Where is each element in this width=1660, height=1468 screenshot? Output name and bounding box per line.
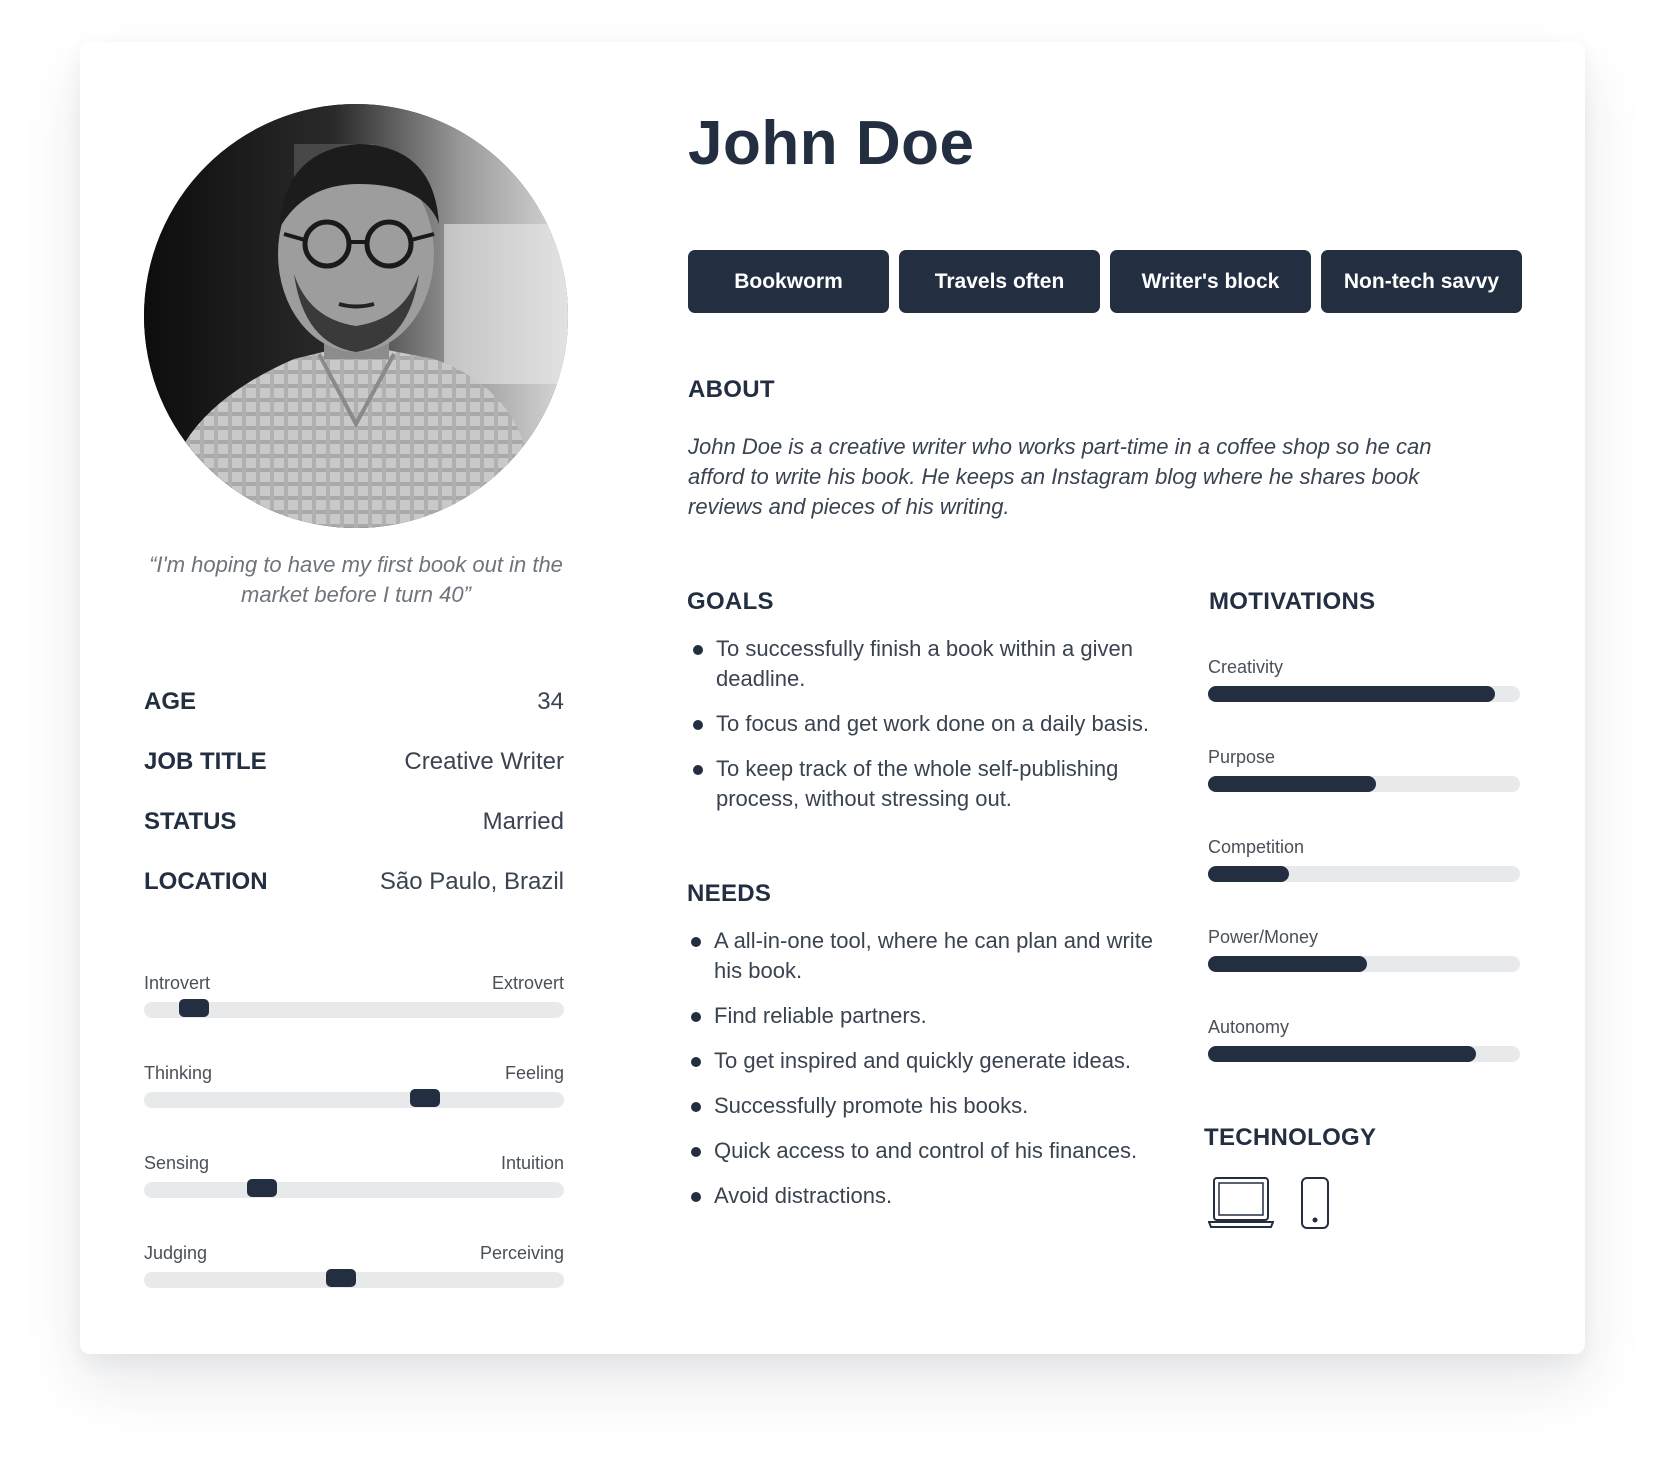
trait-right-label: Perceiving <box>479 1243 564 1263</box>
motivations-title: MOTIVATIONS <box>1209 588 1376 615</box>
persona-quote: “I'm hoping to have my first book out in… <box>149 552 563 607</box>
motivation-track <box>1208 956 1520 972</box>
fact-label: STATUS <box>144 808 237 835</box>
motivation-autonomy: Autonomy <box>1208 1014 1520 1104</box>
trait-handle <box>247 1179 277 1197</box>
motivation-track <box>1208 686 1520 702</box>
avatar <box>144 104 568 528</box>
trait-left-label: Thinking <box>144 1063 213 1083</box>
fact-label: AGE <box>144 688 197 715</box>
fact-value: Creative Writer <box>404 748 564 775</box>
motivations-bars: Creativity Purpose Competition Power/Mon… <box>1208 654 1520 1104</box>
motivation-track <box>1208 1046 1520 1062</box>
tag-bookworm: Bookworm <box>688 250 889 313</box>
trait-left-label: Judging <box>144 1243 208 1263</box>
need-item: Successfully promote his books. <box>688 1091 1158 1121</box>
persona-facts: AGE 34 JOB TITLE Creative Writer STATUS … <box>144 672 564 912</box>
personality-traits: Introvert Extrovert Thinking Feeling Sen… <box>144 970 564 1330</box>
motivation-label: Purpose <box>1208 747 1276 767</box>
motivation-fill <box>1208 776 1377 792</box>
motivation-fill <box>1208 956 1368 972</box>
tag-non-tech-savvy: Non-tech savvy <box>1321 250 1522 313</box>
needs-list: A all-in-one tool, where he can plan and… <box>688 926 1158 1226</box>
fact-label: LOCATION <box>144 868 268 895</box>
trait-handle <box>179 999 209 1017</box>
motivation-fill <box>1208 866 1290 882</box>
trait-thinking-feeling: Thinking Feeling <box>144 1060 564 1150</box>
motivation-competition: Competition <box>1208 834 1520 924</box>
motivation-label: Creativity <box>1208 657 1284 677</box>
need-item: Quick access to and control of his finan… <box>688 1136 1158 1166</box>
trait-right-label: Feeling <box>504 1063 564 1083</box>
about-text: John Doe is a creative writer who works … <box>688 434 1432 519</box>
trait-left-label: Introvert <box>144 973 211 993</box>
trait-introvert-extrovert: Introvert Extrovert <box>144 970 564 1060</box>
need-item: A all-in-one tool, where he can plan and… <box>688 926 1158 986</box>
technology-icons <box>1207 1176 1330 1235</box>
tag-writers-block: Writer's block <box>1110 250 1311 313</box>
about-title: ABOUT <box>688 376 775 403</box>
motivation-fill <box>1208 1046 1477 1062</box>
motivation-track <box>1208 776 1520 792</box>
needs-title: NEEDS <box>687 880 772 907</box>
fact-row-age: AGE 34 <box>144 672 564 732</box>
smartphone-icon <box>1300 1176 1330 1235</box>
goal-item: To keep track of the whole self-publishi… <box>690 754 1170 814</box>
motivation-purpose: Purpose <box>1208 744 1520 834</box>
fact-value: 34 <box>537 688 564 715</box>
trait-right-label: Intuition <box>500 1153 564 1173</box>
motivation-label: Power/Money <box>1208 927 1319 947</box>
fact-label: JOB TITLE <box>144 748 267 775</box>
fact-value: Married <box>482 808 564 835</box>
trait-track <box>144 1092 564 1108</box>
goal-item: To successfully finish a book within a g… <box>690 634 1170 694</box>
persona-name: John Doe <box>688 109 975 178</box>
fact-row-job-title: JOB TITLE Creative Writer <box>144 732 564 792</box>
trait-left-label: Sensing <box>144 1153 210 1173</box>
motivation-fill <box>1208 686 1496 702</box>
trait-handle <box>326 1269 356 1287</box>
fact-row-status: STATUS Married <box>144 792 564 852</box>
need-item: To get inspired and quickly generate ide… <box>688 1046 1158 1076</box>
goals-list: To successfully finish a book within a g… <box>690 634 1170 829</box>
persona-tags: Bookworm Travels often Writer's block No… <box>688 250 1522 313</box>
avatar-photo <box>144 104 568 528</box>
trait-right-label: Extrovert <box>491 973 564 993</box>
tag-travels-often: Travels often <box>899 250 1100 313</box>
motivation-track <box>1208 866 1520 882</box>
trait-sensing-intuition: Sensing Intuition <box>144 1150 564 1240</box>
goals-title: GOALS <box>687 588 774 615</box>
need-item: Find reliable partners. <box>688 1001 1158 1031</box>
fact-value: São Paulo, Brazil <box>379 868 564 895</box>
fact-row-location: LOCATION São Paulo, Brazil <box>144 852 564 912</box>
motivation-label: Competition <box>1208 837 1305 857</box>
laptop-icon <box>1207 1176 1275 1235</box>
trait-judging-perceiving: Judging Perceiving <box>144 1240 564 1330</box>
motivation-label: Autonomy <box>1208 1017 1290 1037</box>
trait-track <box>144 1182 564 1198</box>
trait-handle <box>410 1089 440 1107</box>
need-item: Avoid distractions. <box>688 1181 1158 1211</box>
goal-item: To focus and get work done on a daily ba… <box>690 709 1170 739</box>
motivation-creativity: Creativity <box>1208 654 1520 744</box>
motivation-power-money: Power/Money <box>1208 924 1520 1014</box>
technology-title: TECHNOLOGY <box>1204 1124 1377 1151</box>
